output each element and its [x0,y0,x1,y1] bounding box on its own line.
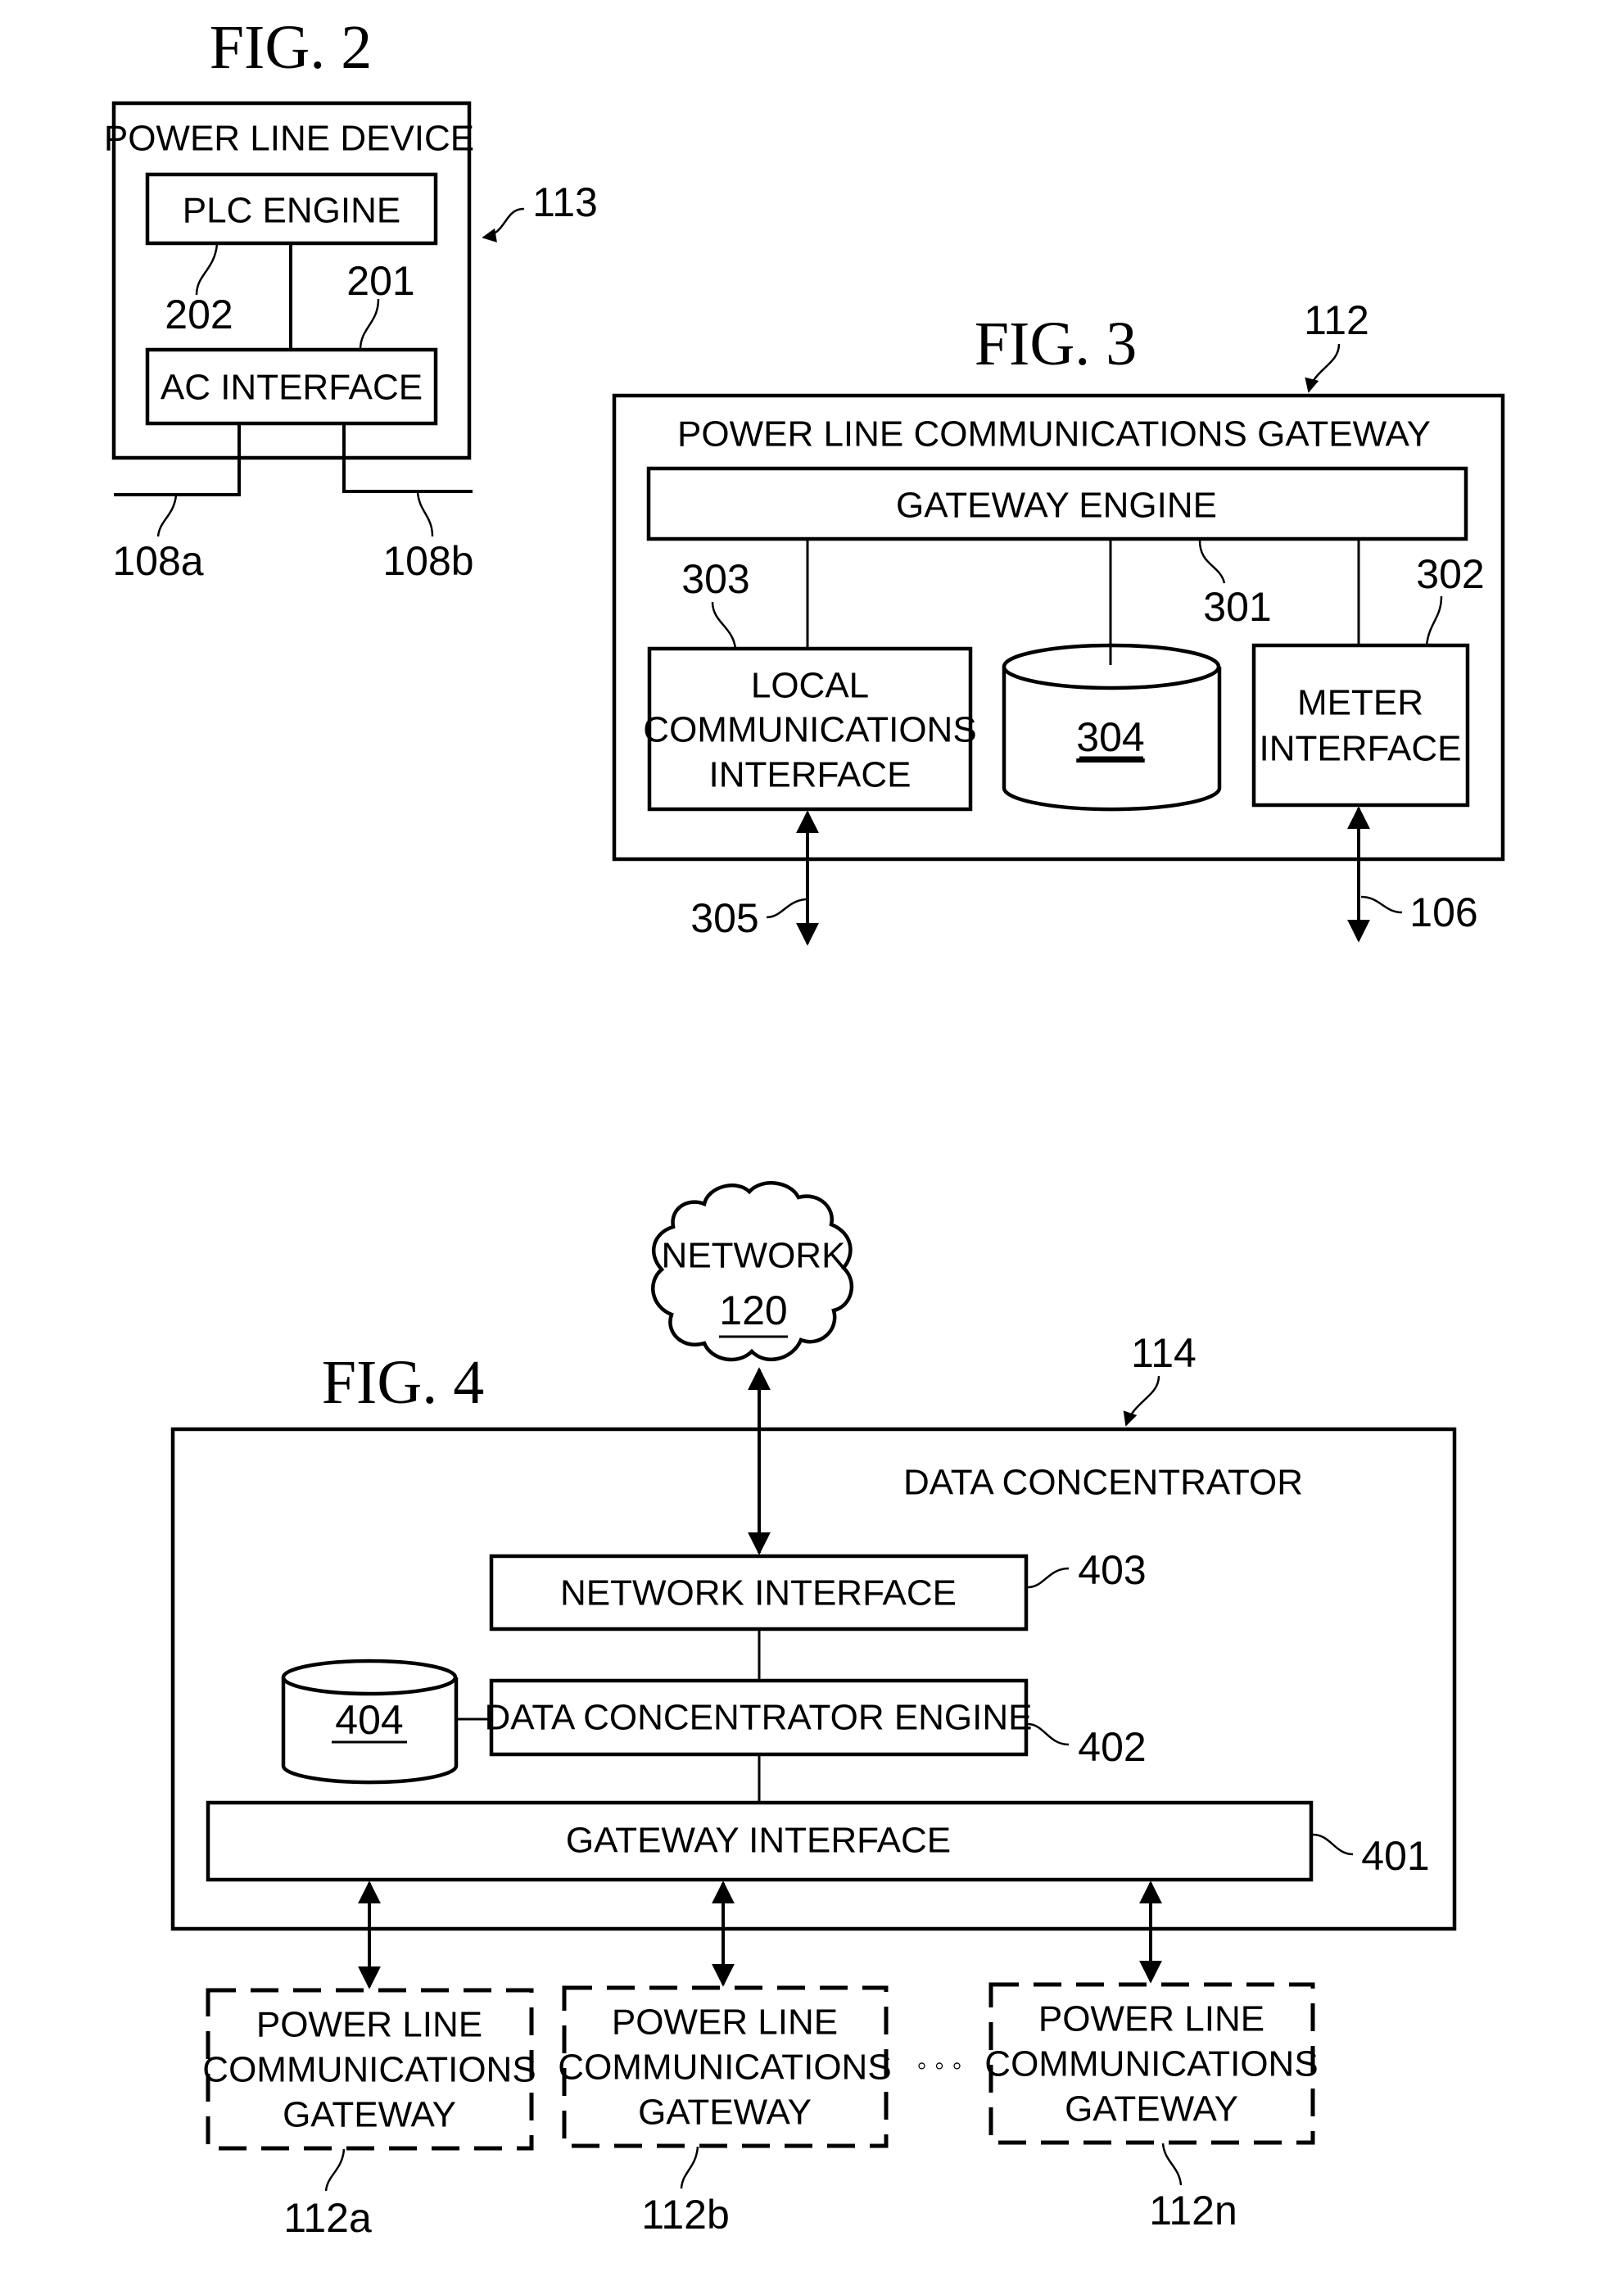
meter-interface-line-2: INTERFACE [1260,729,1462,769]
ref-108a: 108a [112,538,203,584]
plc-gateway-label: POWER LINE COMMUNICATIONS GATEWAY [677,414,1431,455]
ref-112n: 112n [1149,2188,1237,2233]
gateway-112a-line-1: POWER LINE [256,2005,482,2045]
leader-112 [1305,343,1341,393]
gateway-112n-line-3: GATEWAY [1065,2089,1238,2129]
storage-304-label: 304 [1076,714,1144,760]
leader-114 [1123,1375,1160,1427]
storage-404-label: 404 [335,1697,403,1743]
ref-112a: 112a [283,2195,372,2241]
fig3: FIG. 3 112 POWER LINE COMMUNICATIONS GAT… [612,297,1505,946]
plc-engine-label: PLC ENGINE [183,191,401,231]
ref-403: 403 [1078,1547,1146,1593]
ref-201: 201 [346,258,414,304]
gateway-112b: POWER LINE COMMUNICATIONS GATEWAY 112b [558,1985,892,2238]
ref-108b: 108b [382,538,473,584]
meter-interface-box [1251,643,1470,808]
power-line-device-label: POWER LINE DEVICE [104,119,474,159]
ref-112: 112 [1304,297,1369,343]
meter-interface-line-1: METER [1297,683,1423,723]
ac-interface-label: AC INTERFACE [161,368,423,408]
gateway-112b-line-2: COMMUNICATIONS [558,2048,891,2088]
leader-113 [482,207,525,243]
gateway-engine-label: GATEWAY ENGINE [896,486,1217,526]
gateway-112a-line-3: GATEWAY [283,2095,456,2135]
data-concentrator-engine-label: DATA CONCENTRATOR ENGINE [484,1698,1032,1738]
fig3-title: FIG. 3 [975,310,1137,378]
gateway-112b-line-3: GATEWAY [638,2093,812,2133]
fig2-title: FIG. 2 [210,13,372,82]
fig4-title: FIG. 4 [322,1348,484,1417]
fig4: FIG. 4 NETWORK 120 114 DATA CONCENTRATOR… [170,1181,1457,2241]
ref-305: 305 [690,895,758,941]
fig2: FIG. 2 POWER LINE DEVICE PLC ENGINE AC I… [104,13,598,584]
leader-112n [1161,2143,1183,2186]
gateway-112n-line-2: COMMUNICATIONS [984,2044,1318,2084]
data-concentrator-label: DATA CONCENTRATOR [903,1463,1303,1503]
gateway-112b-line-1: POWER LINE [612,2003,838,2043]
network-ref-120: 120 [719,1288,787,1333]
gateway-interface-label: GATEWAY INTERFACE [566,1821,951,1861]
local-comms-line-2: COMMUNICATIONS [643,710,976,750]
ref-106: 106 [1409,889,1477,935]
local-comms-line-3: INTERFACE [709,755,912,795]
gateway-112a-line-2: COMMUNICATIONS [202,2050,536,2090]
network-label: NETWORK [662,1236,846,1276]
local-comms-line-1: LOCAL [751,666,869,706]
ref-114: 114 [1131,1330,1197,1376]
patent-drawing-sheet: FIG. 2 POWER LINE DEVICE PLC ENGINE AC I… [104,13,1505,2241]
ref-112b: 112b [641,2192,730,2238]
leader-112b [680,2146,699,2189]
leader-106 [1360,895,1403,914]
gateway-112n-line-1: POWER LINE [1038,1999,1264,2039]
ellipsis-more-gateways: ◦ ◦ ◦ [916,2050,961,2081]
ref-401: 401 [1361,1833,1429,1879]
ref-303: 303 [681,556,749,602]
leader-112a [324,2148,346,2192]
network-interface-label: NETWORK INTERFACE [560,1573,957,1613]
gateway-112a: POWER LINE COMMUNICATIONS GATEWAY 112a [202,1988,536,2241]
leader-108b [416,491,434,537]
leader-305 [766,898,807,919]
ref-202: 202 [165,292,233,337]
gateway-112n: POWER LINE COMMUNICATIONS GATEWAY 112n [984,1982,1319,2233]
ref-402: 402 [1078,1724,1146,1770]
ref-113: 113 [532,179,598,225]
ref-302: 302 [1416,551,1484,597]
ref-301: 301 [1203,584,1271,630]
leader-108a [156,495,178,537]
